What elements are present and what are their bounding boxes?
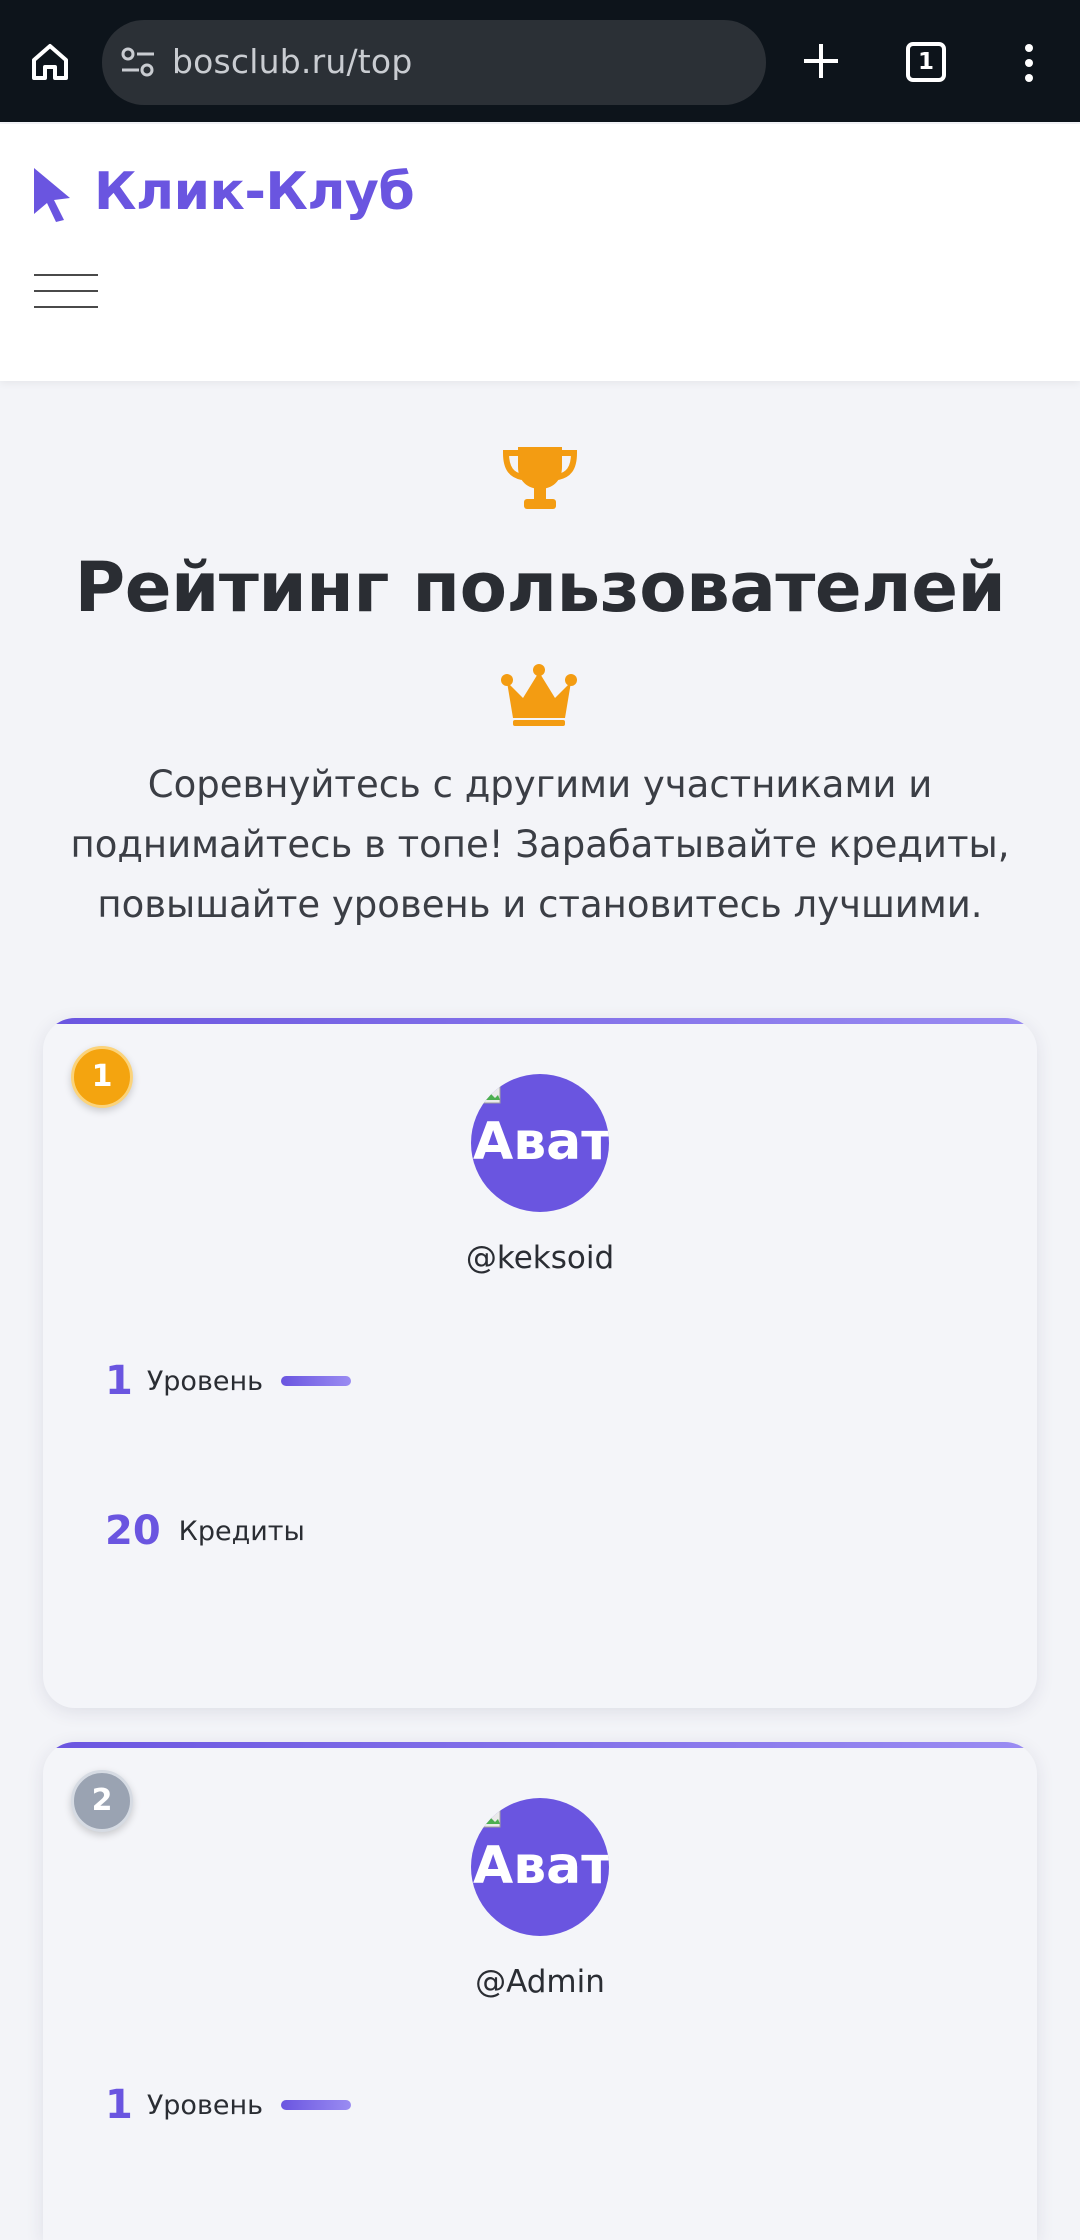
new-tab-icon[interactable] bbox=[800, 40, 842, 82]
level-value: 1 bbox=[105, 2082, 133, 2128]
avatar-alt-text: Аватар bbox=[473, 1112, 609, 1172]
avatar[interactable]: Аватар bbox=[471, 1798, 609, 1936]
rank-badge: 1 bbox=[71, 1046, 133, 1108]
level-label: Уровень bbox=[146, 1365, 264, 1397]
brand-logo[interactable]: Клик-Клуб bbox=[94, 162, 415, 222]
page-title: Рейтинг пользователей bbox=[74, 548, 1006, 628]
card-accent-line bbox=[43, 1742, 1037, 1748]
level-progress-bar bbox=[281, 2100, 352, 2110]
leaderboard-card[interactable]: 2 Аватар @Admin 1 Уровень bbox=[43, 1742, 1037, 2240]
username[interactable]: @Admin bbox=[43, 1964, 1037, 2000]
level-value: 1 bbox=[105, 1358, 133, 1404]
site-header: Клик-Клуб bbox=[0, 124, 1080, 381]
trophy-icon bbox=[502, 447, 578, 509]
tab-switcher-icon[interactable]: 1 bbox=[906, 42, 946, 82]
crown-icon bbox=[501, 664, 577, 726]
broken-image-icon bbox=[483, 1808, 501, 1828]
page-description: Соревнуйтесь с другими участниками и под… bbox=[70, 763, 1010, 926]
card-accent-line bbox=[43, 1018, 1037, 1024]
broken-image-icon bbox=[483, 1084, 501, 1104]
site-settings-icon[interactable] bbox=[120, 46, 156, 78]
level-progress-bar bbox=[281, 1376, 352, 1386]
credits-value: 20 bbox=[105, 1508, 161, 1554]
credits-label: Кредиты bbox=[178, 1515, 305, 1547]
level-label: Уровень bbox=[146, 2089, 264, 2121]
home-icon[interactable] bbox=[26, 38, 74, 86]
username[interactable]: @keksoid bbox=[43, 1240, 1037, 1276]
browser-toolbar: bosclub.ru/top 1 bbox=[0, 0, 1080, 122]
cursor-pointer-icon[interactable] bbox=[30, 164, 74, 224]
level-stat: 1 Уровень bbox=[105, 1358, 352, 1404]
more-menu-icon[interactable] bbox=[1014, 42, 1044, 84]
leaderboard-card[interactable]: 1 Аватар @keksoid 1 Уровень 20 Кредиты bbox=[43, 1018, 1037, 1708]
level-stat: 1 Уровень bbox=[105, 2082, 352, 2128]
credits-stat: 20 Кредиты bbox=[105, 1508, 305, 1554]
avatar[interactable]: Аватар bbox=[471, 1074, 609, 1212]
avatar-alt-text: Аватар bbox=[473, 1836, 609, 1896]
hamburger-menu-icon[interactable] bbox=[34, 274, 98, 310]
url-text[interactable]: bosclub.ru/top bbox=[172, 42, 412, 81]
rank-badge: 2 bbox=[71, 1770, 133, 1832]
address-bar[interactable]: bosclub.ru/top bbox=[102, 20, 766, 105]
